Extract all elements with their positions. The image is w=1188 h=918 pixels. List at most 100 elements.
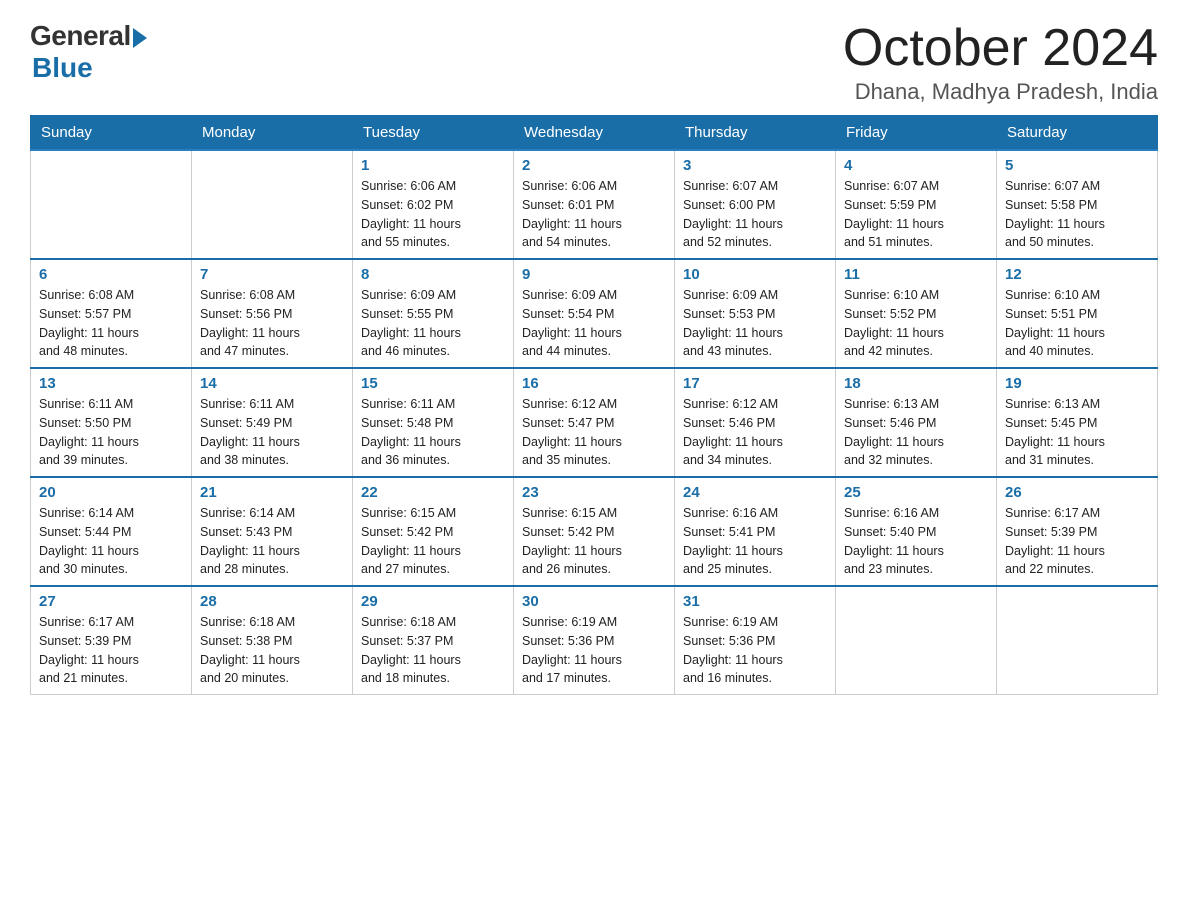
day-info: Sunrise: 6:07 AM Sunset: 6:00 PM Dayligh… (683, 177, 827, 252)
day-number: 14 (200, 375, 344, 392)
page-subtitle: Dhana, Madhya Pradesh, India (843, 79, 1158, 105)
calendar-cell: 18Sunrise: 6:13 AM Sunset: 5:46 PM Dayli… (836, 368, 997, 477)
day-info: Sunrise: 6:14 AM Sunset: 5:44 PM Dayligh… (39, 504, 183, 579)
day-info: Sunrise: 6:07 AM Sunset: 5:58 PM Dayligh… (1005, 177, 1149, 252)
day-number: 6 (39, 266, 183, 283)
day-info: Sunrise: 6:08 AM Sunset: 5:56 PM Dayligh… (200, 286, 344, 361)
day-number: 17 (683, 375, 827, 392)
day-info: Sunrise: 6:12 AM Sunset: 5:47 PM Dayligh… (522, 395, 666, 470)
calendar-row-3: 20 Sunrise: 6:14 AM Sunset: 5:44 PM Dayli… (31, 477, 1158, 586)
calendar-cell: 30Sunrise: 6:19 AM Sunset: 5:36 PM Dayli… (514, 586, 675, 695)
calendar-cell: 25Sunrise: 6:16 AM Sunset: 5:40 PM Dayli… (836, 477, 997, 586)
logo-general-text: General (30, 20, 131, 52)
day-number: 9 (522, 266, 666, 283)
day-number: 13 (39, 375, 183, 392)
calendar-cell: 28Sunrise: 6:18 AM Sunset: 5:38 PM Dayli… (192, 586, 353, 695)
day-number: 4 (844, 157, 988, 174)
weekday-header-monday: Monday (192, 116, 353, 151)
day-info: Sunrise: 6:09 AM Sunset: 5:54 PM Dayligh… (522, 286, 666, 361)
day-number: 1 (361, 157, 505, 174)
calendar-cell: 11Sunrise: 6:10 AM Sunset: 5:52 PM Dayli… (836, 259, 997, 368)
calendar-cell: 15Sunrise: 6:11 AM Sunset: 5:48 PM Dayli… (353, 368, 514, 477)
day-info: Sunrise: 6:14 AM Sunset: 5:43 PM Dayligh… (200, 504, 344, 579)
calendar-cell: 5 Sunrise: 6:07 AM Sunset: 5:58 PM Daylig… (997, 150, 1158, 259)
day-number: 15 (361, 375, 505, 392)
day-number: 20 (39, 484, 183, 501)
calendar-cell: 8Sunrise: 6:09 AM Sunset: 5:55 PM Daylig… (353, 259, 514, 368)
calendar-cell: 16 Sunrise: 6:12 AM Sunset: 5:47 PM Dayli… (514, 368, 675, 477)
day-info: Sunrise: 6:16 AM Sunset: 5:41 PM Dayligh… (683, 504, 827, 579)
calendar-cell: 2 Sunrise: 6:06 AM Sunset: 6:01 PM Daylig… (514, 150, 675, 259)
weekday-header-tuesday: Tuesday (353, 116, 514, 151)
day-number: 5 (1005, 157, 1149, 174)
day-info: Sunrise: 6:19 AM Sunset: 5:36 PM Dayligh… (683, 613, 827, 688)
calendar-cell: 23Sunrise: 6:15 AM Sunset: 5:42 PM Dayli… (514, 477, 675, 586)
calendar-row-4: 27 Sunrise: 6:17 AM Sunset: 5:39 PM Dayli… (31, 586, 1158, 695)
day-number: 7 (200, 266, 344, 283)
day-info: Sunrise: 6:15 AM Sunset: 5:42 PM Dayligh… (522, 504, 666, 579)
calendar-row-1: 6 Sunrise: 6:08 AM Sunset: 5:57 PM Daylig… (31, 259, 1158, 368)
logo: General Blue (30, 20, 147, 84)
calendar-cell: 27 Sunrise: 6:17 AM Sunset: 5:39 PM Dayli… (31, 586, 192, 695)
day-number: 31 (683, 593, 827, 610)
day-info: Sunrise: 6:13 AM Sunset: 5:46 PM Dayligh… (844, 395, 988, 470)
calendar-cell (192, 150, 353, 259)
calendar-cell: 12Sunrise: 6:10 AM Sunset: 5:51 PM Dayli… (997, 259, 1158, 368)
calendar-cell: 14 Sunrise: 6:11 AM Sunset: 5:49 PM Dayli… (192, 368, 353, 477)
calendar-cell: 13 Sunrise: 6:11 AM Sunset: 5:50 PM Dayli… (31, 368, 192, 477)
day-info: Sunrise: 6:09 AM Sunset: 5:55 PM Dayligh… (361, 286, 505, 361)
day-number: 11 (844, 266, 988, 283)
calendar-cell (997, 586, 1158, 695)
day-info: Sunrise: 6:16 AM Sunset: 5:40 PM Dayligh… (844, 504, 988, 579)
calendar-cell: 31 Sunrise: 6:19 AM Sunset: 5:36 PM Dayli… (675, 586, 836, 695)
calendar-cell: 29 Sunrise: 6:18 AM Sunset: 5:37 PM Dayli… (353, 586, 514, 695)
calendar-table: SundayMondayTuesdayWednesdayThursdayFrid… (30, 115, 1158, 695)
calendar-cell: 19 Sunrise: 6:13 AM Sunset: 5:45 PM Dayli… (997, 368, 1158, 477)
page-title: October 2024 (843, 20, 1158, 77)
day-number: 2 (522, 157, 666, 174)
day-info: Sunrise: 6:17 AM Sunset: 5:39 PM Dayligh… (39, 613, 183, 688)
page-header: General Blue October 2024 Dhana, Madhya … (30, 20, 1158, 105)
day-info: Sunrise: 6:17 AM Sunset: 5:39 PM Dayligh… (1005, 504, 1149, 579)
day-info: Sunrise: 6:10 AM Sunset: 5:51 PM Dayligh… (1005, 286, 1149, 361)
day-number: 29 (361, 593, 505, 610)
day-info: Sunrise: 6:18 AM Sunset: 5:38 PM Dayligh… (200, 613, 344, 688)
day-info: Sunrise: 6:11 AM Sunset: 5:49 PM Dayligh… (200, 395, 344, 470)
day-info: Sunrise: 6:06 AM Sunset: 6:01 PM Dayligh… (522, 177, 666, 252)
calendar-cell (836, 586, 997, 695)
day-info: Sunrise: 6:19 AM Sunset: 5:36 PM Dayligh… (522, 613, 666, 688)
calendar-cell: 22 Sunrise: 6:15 AM Sunset: 5:42 PM Dayli… (353, 477, 514, 586)
calendar-cell: 21 Sunrise: 6:14 AM Sunset: 5:43 PM Dayli… (192, 477, 353, 586)
day-info: Sunrise: 6:06 AM Sunset: 6:02 PM Dayligh… (361, 177, 505, 252)
calendar-row-2: 13 Sunrise: 6:11 AM Sunset: 5:50 PM Dayli… (31, 368, 1158, 477)
calendar-cell: 20 Sunrise: 6:14 AM Sunset: 5:44 PM Dayli… (31, 477, 192, 586)
day-number: 24 (683, 484, 827, 501)
day-info: Sunrise: 6:15 AM Sunset: 5:42 PM Dayligh… (361, 504, 505, 579)
logo-blue-text: Blue (32, 52, 93, 84)
calendar-cell: 1 Sunrise: 6:06 AM Sunset: 6:02 PM Daylig… (353, 150, 514, 259)
day-number: 19 (1005, 375, 1149, 392)
day-number: 16 (522, 375, 666, 392)
day-info: Sunrise: 6:11 AM Sunset: 5:50 PM Dayligh… (39, 395, 183, 470)
weekday-header-wednesday: Wednesday (514, 116, 675, 151)
day-info: Sunrise: 6:07 AM Sunset: 5:59 PM Dayligh… (844, 177, 988, 252)
calendar-cell: 4 Sunrise: 6:07 AM Sunset: 5:59 PM Daylig… (836, 150, 997, 259)
day-info: Sunrise: 6:18 AM Sunset: 5:37 PM Dayligh… (361, 613, 505, 688)
day-number: 26 (1005, 484, 1149, 501)
calendar-header: SundayMondayTuesdayWednesdayThursdayFrid… (31, 116, 1158, 151)
calendar-cell: 24 Sunrise: 6:16 AM Sunset: 5:41 PM Dayli… (675, 477, 836, 586)
day-info: Sunrise: 6:08 AM Sunset: 5:57 PM Dayligh… (39, 286, 183, 361)
calendar-cell: 7 Sunrise: 6:08 AM Sunset: 5:56 PM Daylig… (192, 259, 353, 368)
calendar-cell: 17Sunrise: 6:12 AM Sunset: 5:46 PM Dayli… (675, 368, 836, 477)
weekday-header-saturday: Saturday (997, 116, 1158, 151)
title-block: October 2024 Dhana, Madhya Pradesh, Indi… (843, 20, 1158, 105)
day-number: 21 (200, 484, 344, 501)
weekday-header-row: SundayMondayTuesdayWednesdayThursdayFrid… (31, 116, 1158, 151)
day-info: Sunrise: 6:13 AM Sunset: 5:45 PM Dayligh… (1005, 395, 1149, 470)
day-number: 10 (683, 266, 827, 283)
day-number: 27 (39, 593, 183, 610)
day-number: 22 (361, 484, 505, 501)
calendar-cell: 6 Sunrise: 6:08 AM Sunset: 5:57 PM Daylig… (31, 259, 192, 368)
calendar-cell: 26 Sunrise: 6:17 AM Sunset: 5:39 PM Dayli… (997, 477, 1158, 586)
calendar-cell: 10Sunrise: 6:09 AM Sunset: 5:53 PM Dayli… (675, 259, 836, 368)
